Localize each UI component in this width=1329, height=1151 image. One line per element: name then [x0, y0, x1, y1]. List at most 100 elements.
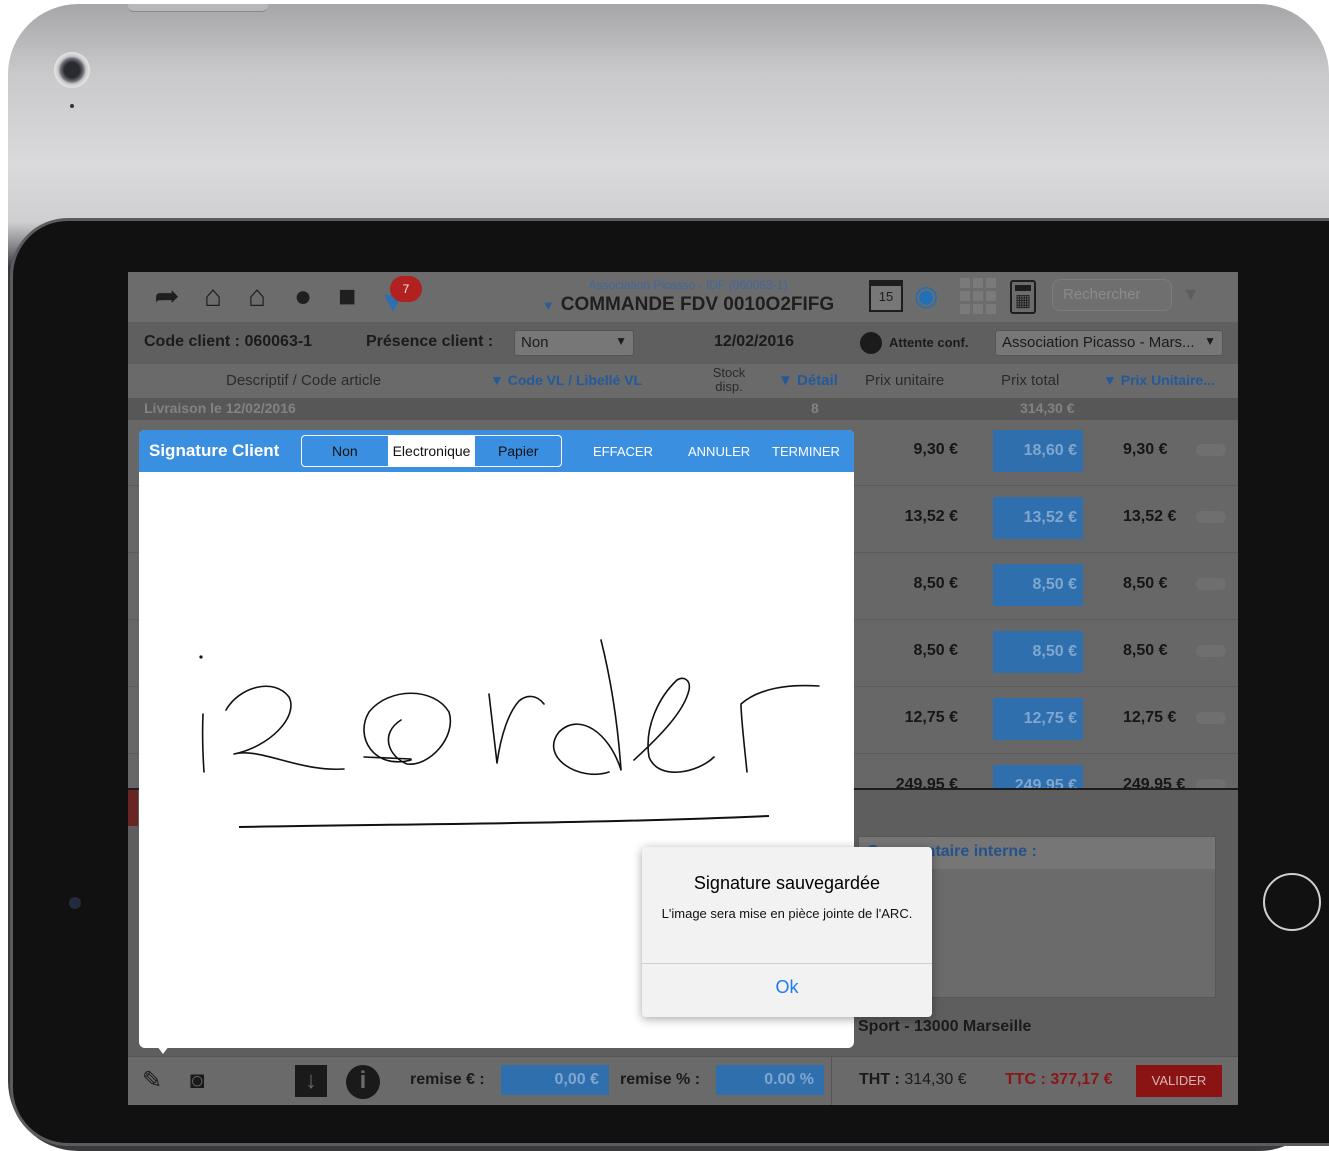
tht-label: THT :	[859, 1071, 900, 1088]
home-icon[interactable]: ⌂	[196, 280, 230, 314]
user-icon[interactable]: ●	[286, 280, 320, 314]
segment-electronique[interactable]: Electronique	[387, 436, 475, 466]
grid-view-icon[interactable]	[960, 278, 996, 314]
order-date: 12/02/2016	[714, 333, 795, 350]
ok-button[interactable]: Ok	[642, 977, 932, 998]
home-download-icon[interactable]: ⌂	[240, 280, 274, 314]
alert-message: L'image sera mise en pièce jointe de l'A…	[661, 906, 913, 921]
signature-baseline	[238, 815, 770, 828]
bottom-bar: ✎ ◙ ↓ i remise € : 0,00 € remise % : 0.0…	[128, 1056, 1238, 1105]
col-descriptif[interactable]: Descriptif / Code article	[226, 372, 381, 389]
tht-value: 314,30 €	[904, 1071, 967, 1088]
top-toolbar: ➦ ⌂ ⌂ ● ■ ▼ 7 Association Picasso - IDF …	[128, 272, 1238, 322]
attente-radio[interactable]	[860, 332, 882, 354]
col-stock: Stock disp.	[712, 365, 746, 394]
delivery-address: Sport - 13000 Marseille	[858, 1018, 1032, 1035]
power-button	[128, 4, 268, 12]
remise-pct-label: remise % :	[620, 1071, 701, 1088]
remise-eur-input[interactable]: 0,00 €	[501, 1065, 609, 1095]
divider	[831, 1057, 832, 1105]
livraison-qty: 8	[811, 400, 819, 416]
search-filter-icon[interactable]: ▼	[1182, 284, 1200, 305]
row-tag	[1196, 511, 1226, 523]
livraison-row: Livraison le 12/02/2016 8 314,30 €	[128, 398, 1238, 420]
rear-camera	[54, 52, 90, 88]
download-icon[interactable]: ↓	[295, 1065, 327, 1097]
col-detail[interactable]: ▼ Détail	[778, 372, 838, 389]
prix-unitaire-2-cell: 12,75 €	[1123, 709, 1177, 726]
remise-eur-label: remise € :	[410, 1071, 485, 1088]
row-tag	[1196, 712, 1226, 724]
prix-unitaire-cell: 13,52 €	[904, 508, 958, 525]
valider-button[interactable]: VALIDER	[1136, 1065, 1222, 1097]
prix-unitaire-2-cell: 13,52 €	[1123, 508, 1177, 525]
popover-pointer	[154, 1042, 172, 1054]
address-select[interactable]: Association Picasso - Mars... ▼	[995, 330, 1223, 356]
col-prix-unitaire: Prix unitaire	[865, 372, 945, 389]
annuler-button[interactable]: ANNULER	[688, 444, 750, 459]
table-header: Descriptif / Code article ▼ Code VL / Li…	[128, 364, 1238, 398]
app-screen: ➦ ⌂ ⌂ ● ■ ▼ 7 Association Picasso - IDF …	[128, 272, 1238, 1105]
col-prix-unitaire-2[interactable]: ▼ Prix Unitaire...	[1103, 372, 1215, 388]
prix-unitaire-2-cell: 9,30 €	[1123, 441, 1168, 458]
prix-unitaire-cell: 9,30 €	[913, 441, 958, 458]
eye-icon[interactable]: ◉	[914, 280, 938, 312]
prix-unitaire-2-cell: 8,50 €	[1123, 575, 1168, 592]
prix-total-field[interactable]: 13,52 €	[993, 497, 1083, 539]
segment-papier[interactable]: Papier	[474, 436, 561, 466]
prix-total-field[interactable]: 8,50 €	[993, 564, 1083, 606]
microphone	[70, 104, 74, 108]
back-icon[interactable]: ➦	[150, 280, 184, 314]
search-input[interactable]: Rechercher	[1052, 279, 1172, 311]
attente-label: Attente conf.	[889, 335, 969, 350]
col-prix-total: Prix total	[1001, 372, 1060, 389]
prix-unitaire-cell: 12,75 €	[904, 709, 958, 726]
presence-value: Non	[521, 334, 549, 351]
document-title[interactable]: ▼ COMMANDE FDV 0010O2FIFG	[508, 294, 868, 316]
front-camera	[69, 897, 81, 909]
ttc-total: TTC : 377,17 €	[1005, 1071, 1113, 1088]
tht-total: THT : 314,30 €	[859, 1071, 967, 1089]
prix-total-field[interactable]: 18,60 €	[993, 430, 1083, 472]
signature-header: Signature Client Non Electronique Papier…	[139, 430, 854, 472]
alert-dialog: Signature sauvegardée L'image sera mise …	[642, 847, 932, 1017]
terminer-button[interactable]: TERMINER	[772, 444, 840, 459]
dropdown-arrow-icon: ▼	[541, 298, 555, 313]
livraison-total: 314,30 €	[1020, 400, 1075, 416]
col-code-vl[interactable]: ▼ Code VL / Libellé VL	[490, 372, 642, 388]
chevron-down-icon: ▼	[615, 334, 627, 348]
row-tag	[1196, 578, 1226, 590]
client-code: Code client : 060063-1	[144, 333, 313, 350]
row-tag	[1196, 444, 1226, 456]
calculator-icon[interactable]	[1010, 280, 1036, 314]
camera-icon[interactable]: ◙	[190, 1065, 205, 1097]
calendar-icon[interactable]: 15	[869, 280, 903, 312]
info-icon[interactable]: i	[346, 1065, 380, 1099]
presence-select[interactable]: Non ▼	[514, 330, 634, 356]
prix-unitaire-cell: 8,50 €	[913, 575, 958, 592]
row-tag	[1196, 645, 1226, 657]
prix-total-field[interactable]: 12,75 €	[993, 698, 1083, 740]
alert-title: Signature sauvegardée	[693, 873, 881, 893]
address-value: Association Picasso - Mars...	[1002, 334, 1195, 351]
home-button[interactable]	[1263, 873, 1321, 931]
client-info-bar: Code client : 060063-1 Présence client :…	[128, 322, 1238, 364]
chevron-down-icon: ▼	[1204, 334, 1216, 348]
signature-title: Signature Client	[149, 441, 280, 460]
segment-non[interactable]: Non	[302, 436, 388, 466]
prix-unitaire-2-cell: 8,50 €	[1123, 642, 1168, 659]
signature-type-segmented: Non Electronique Papier	[301, 435, 562, 467]
wallet-icon[interactable]: ■	[330, 280, 364, 314]
livraison-label: Livraison le 12/02/2016	[144, 400, 296, 416]
edit-signature-icon[interactable]: ✎	[142, 1065, 162, 1097]
document-subtitle: Association Picasso - IDF (060063-1)	[588, 278, 788, 292]
signature-stroke	[199, 639, 820, 775]
presence-label: Présence client :	[366, 333, 494, 350]
prix-total-field[interactable]: 8,50 €	[993, 631, 1083, 673]
remise-pct-input[interactable]: 0.00 %	[716, 1065, 824, 1095]
status-marker	[128, 790, 138, 826]
prix-unitaire-cell: 8,50 €	[913, 642, 958, 659]
cart-count-badge: 7	[390, 276, 422, 302]
alert-divider	[642, 963, 932, 964]
effacer-button[interactable]: EFFACER	[593, 444, 653, 459]
